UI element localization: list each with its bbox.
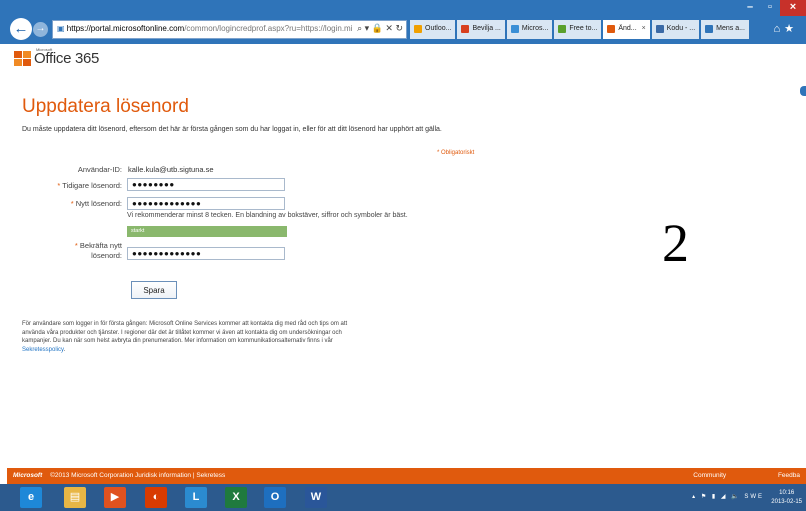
confirm-password-label-line2: lösenord: bbox=[91, 251, 122, 260]
browser-tab[interactable]: Free to... bbox=[554, 20, 602, 39]
feedback-link[interactable]: Feedba bbox=[778, 472, 800, 479]
new-password-label-text: Nytt lösenord: bbox=[75, 199, 122, 208]
browser-tab[interactable]: Micros... bbox=[506, 20, 553, 39]
clock[interactable]: 10:16 2013-02-15 bbox=[771, 489, 802, 507]
minimize-icon[interactable]: – bbox=[740, 0, 760, 16]
new-password-input[interactable]: ●●●●●●●●●●●●● bbox=[127, 197, 285, 210]
address-bar[interactable]: ▣ https://portal.microsoftonline.com/com… bbox=[52, 20, 407, 39]
tab-label: Free to... bbox=[569, 25, 598, 32]
new-password-label: * Nytt lösenord: bbox=[30, 199, 122, 208]
tab-favicon-icon bbox=[414, 25, 422, 33]
logo-microsoft-text: Microsoft bbox=[36, 47, 53, 52]
logo-text: Office 365 bbox=[34, 50, 100, 67]
privacy-notice: För användare som logger in för första g… bbox=[22, 321, 348, 353]
excel-icon[interactable]: X bbox=[225, 487, 247, 508]
home-icon[interactable]: ⌂ bbox=[773, 23, 784, 35]
url-host: https://portal.microsoftonline.com bbox=[66, 24, 185, 33]
network-icon[interactable]: ◢ bbox=[721, 494, 728, 500]
tab-label: Kodu - ... bbox=[666, 25, 696, 32]
footer-copyright[interactable]: ©2013 Microsoft Corporation Juridisk inf… bbox=[50, 472, 225, 479]
tray-arrow-icon[interactable]: ▴ bbox=[692, 494, 697, 500]
windows-taskbar: e ▤ ▶ ◐ L X O W ▴ ⚑ ▮ ◢ 🔈 SWE 10:16 2013-02-15 bbox=[0, 484, 806, 511]
old-password-input[interactable]: ●●●●●●●● bbox=[127, 178, 285, 191]
back-button[interactable]: ← bbox=[10, 18, 32, 40]
browser-tab[interactable]: Kodu - ... bbox=[651, 20, 700, 39]
save-button[interactable]: Spara bbox=[131, 281, 177, 299]
required-asterisk: * bbox=[74, 241, 78, 250]
user-id-value: kalle.kula@utb.sigtuna.se bbox=[128, 165, 214, 174]
tab-strip: Outloo... Bevilja ... Micros... Free to... Ä… bbox=[410, 20, 751, 40]
lock-icon: ▣ bbox=[57, 24, 65, 33]
browser-tab[interactable]: Outloo... bbox=[410, 20, 456, 39]
tab-label: Mens a... bbox=[716, 25, 745, 32]
privacy-policy-link[interactable]: Sekretesspolicy bbox=[22, 347, 64, 353]
required-asterisk: * bbox=[57, 181, 61, 190]
password-strength-bar bbox=[127, 226, 287, 237]
flag-icon[interactable]: ⚑ bbox=[701, 494, 708, 500]
volume-icon[interactable]: 🔈 bbox=[731, 494, 740, 500]
window-controls: – ▫ × bbox=[740, 0, 806, 18]
maximize-icon[interactable]: ▫ bbox=[760, 0, 780, 16]
confirm-password-label-line1: Bekräfta nytt bbox=[79, 241, 122, 250]
forward-button[interactable]: → bbox=[33, 22, 48, 37]
favorites-icon[interactable]: ★ bbox=[784, 23, 798, 35]
clock-time: 10:16 bbox=[779, 490, 795, 496]
intro-text: Du måste uppdatera ditt lösenord, efters… bbox=[22, 126, 442, 133]
tab-label: Bevilja ... bbox=[472, 25, 501, 32]
tab-favicon-icon bbox=[461, 25, 470, 33]
lync-icon[interactable]: L bbox=[185, 487, 207, 508]
page-title: Uppdatera lösenord bbox=[22, 96, 189, 117]
ie-icon[interactable]: e bbox=[20, 487, 42, 508]
tab-favicon-icon bbox=[655, 25, 664, 33]
tab-label: Änd... bbox=[618, 25, 637, 32]
privacy-notice-text: För användare som logger in för första g… bbox=[22, 321, 348, 344]
password-strength-fill bbox=[127, 226, 287, 237]
explorer-icon[interactable]: ▤ bbox=[64, 487, 86, 508]
browser-titlebar: – ▫ × ← → ▣ https://portal.microsoftonli… bbox=[0, 0, 806, 44]
browser-tab[interactable]: Bevilja ... bbox=[457, 20, 505, 39]
address-bar-icons[interactable]: ⌕ ▾ 🔒 ✕ ↻ bbox=[354, 23, 403, 34]
office-icon[interactable]: ◐ bbox=[145, 487, 167, 508]
tab-favicon-icon bbox=[705, 25, 714, 33]
browser-tab[interactable]: Änd... × bbox=[603, 20, 650, 39]
side-indicator bbox=[800, 86, 806, 96]
battery-icon[interactable]: ▮ bbox=[712, 494, 717, 500]
toolbar-icons: ⌂★ bbox=[773, 22, 798, 35]
tab-close-icon[interactable]: × bbox=[642, 25, 646, 32]
old-password-label: * Tidigare lösenord: bbox=[30, 181, 122, 190]
url-path: /common/logincredprof.aspx?ru=https://lo… bbox=[184, 24, 353, 33]
tab-label: Outloo... bbox=[425, 25, 452, 32]
annotation-number: 2 bbox=[662, 213, 689, 273]
user-id-label: Användar-ID: bbox=[77, 165, 122, 174]
password-hint: Vi rekommenderar minst 8 tecken. En blan… bbox=[127, 212, 408, 219]
confirm-password-label: * Bekräfta nytt lösenord: bbox=[40, 241, 122, 261]
outlook-icon[interactable]: O bbox=[264, 487, 286, 508]
tab-favicon-icon bbox=[510, 25, 519, 33]
confirm-password-input[interactable]: ●●●●●●●●●●●●● bbox=[127, 247, 285, 260]
tab-label: Micros... bbox=[521, 25, 549, 32]
tab-favicon-icon bbox=[558, 25, 567, 33]
tab-favicon-icon bbox=[607, 25, 616, 33]
language-indicator[interactable]: SWE bbox=[744, 494, 764, 500]
community-link[interactable]: Community bbox=[693, 472, 726, 479]
system-tray[interactable]: ▴ ⚑ ▮ ◢ 🔈 SWE bbox=[692, 493, 764, 500]
close-icon[interactable]: × bbox=[780, 0, 806, 16]
office365-logo[interactable]: Microsoft Office 365 bbox=[14, 47, 100, 67]
old-password-label-text: Tidigare lösenord: bbox=[62, 181, 122, 190]
microsoft-logo: Microsoft bbox=[13, 472, 43, 479]
required-note: * Obligatoriskt bbox=[437, 150, 475, 156]
o365-footer-bar: Microsoft ©2013 Microsoft Corporation Ju… bbox=[7, 468, 806, 484]
required-asterisk: * bbox=[70, 199, 74, 208]
clock-date: 2013-02-15 bbox=[771, 499, 802, 505]
word-icon[interactable]: W bbox=[305, 487, 327, 508]
media-player-icon[interactable]: ▶ bbox=[104, 487, 126, 508]
password-strength-label: starkt bbox=[131, 228, 145, 234]
browser-tab[interactable]: Mens a... bbox=[701, 20, 749, 39]
o365-header: Microsoft Office 365 bbox=[0, 44, 806, 70]
office-logo-icon bbox=[14, 50, 32, 67]
